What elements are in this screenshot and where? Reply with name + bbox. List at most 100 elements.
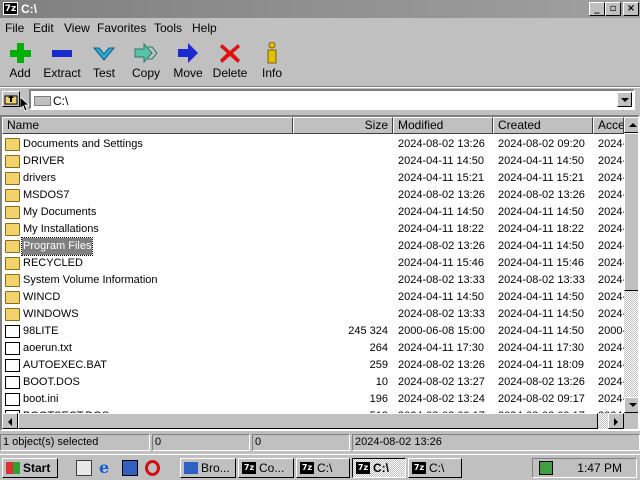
row-accessed: 2024- <box>598 206 624 218</box>
info-label: Info <box>261 66 282 80</box>
minimize-button[interactable]: _ <box>589 2 605 16</box>
show-desktop-icon[interactable] <box>76 460 92 476</box>
row-name: RECYCLED <box>23 257 83 269</box>
scroll-left-button[interactable] <box>2 413 18 429</box>
scroll-right-button[interactable] <box>608 413 624 429</box>
row-created: 2024-04-11 17:30 <box>498 342 585 354</box>
menu-tools[interactable]: Tools <box>154 21 182 35</box>
menu-help[interactable]: Help <box>192 21 217 35</box>
table-row[interactable]: WINDOWS 2024-08-02 13:33 2024-04-11 14:50 2… <box>2 306 624 323</box>
address-dropdown-button[interactable] <box>617 92 632 107</box>
row-accessed: 2024- <box>598 172 624 184</box>
table-row[interactable]: RECYCLED 2024-04-11 15:46 2024-04-11 15:46… <box>2 255 624 272</box>
vertical-scroll-thumb[interactable] <box>624 133 638 291</box>
row-accessed: 2024- <box>598 291 624 303</box>
table-row[interactable]: My Installations 2024-04-11 18:22 2024-04-… <box>2 221 624 238</box>
horizontal-scroll-thumb[interactable] <box>18 413 598 429</box>
file-list[interactable]: Name Size Modified Created Acces Documen… <box>0 115 640 431</box>
scroll-up-button[interactable] <box>624 117 638 133</box>
row-name: Documents and Settings <box>23 138 143 150</box>
row-accessed: 2024- <box>598 257 624 269</box>
row-created: 2024-04-11 14:50 <box>498 308 585 320</box>
copy-button[interactable]: Copy <box>124 42 168 84</box>
title-bar[interactable]: 7z C:\ _ ▫ × <box>0 0 640 18</box>
column-header-accessed[interactable]: Acces <box>593 117 624 134</box>
row-modified: 2024-08-02 13:27 <box>398 376 485 388</box>
app-icon[interactable]: 7z <box>3 2 18 15</box>
task-7zip-co[interactable]: 7z Co... <box>238 458 294 478</box>
menu-file[interactable]: File <box>5 21 24 35</box>
task-label: C:\ <box>429 461 445 475</box>
menu-view[interactable]: View <box>64 21 90 35</box>
column-header-modified[interactable]: Modified <box>393 117 493 134</box>
vertical-scrollbar[interactable] <box>624 117 638 413</box>
task-7zip-c2-active[interactable]: 7z C:\ <box>352 458 406 478</box>
row-modified: 2024-08-02 13:33 <box>398 308 485 320</box>
task-label: C:\ <box>317 461 333 475</box>
info-icon <box>267 42 277 64</box>
info-button[interactable]: Info <box>250 42 294 84</box>
table-row[interactable]: My Documents 2024-04-11 14:50 2024-04-11 1… <box>2 204 624 221</box>
table-row[interactable]: WINCD 2024-04-11 14:50 2024-04-11 14:50 202… <box>2 289 624 306</box>
clock[interactable]: 1:47 PM <box>577 461 622 475</box>
row-accessed: 2024- <box>598 359 624 371</box>
extract-button[interactable]: Extract <box>40 42 84 84</box>
row-created: 2024-04-11 18:09 <box>498 359 585 371</box>
table-row[interactable]: MSDOS7 2024-08-02 13:26 2024-08-02 13:26 20… <box>2 187 624 204</box>
close-button[interactable]: × <box>623 2 639 16</box>
table-row[interactable]: AUTOEXEC.BAT 259 2024-08-02 13:26 2024-04-1… <box>2 357 624 374</box>
row-created: 2024-04-11 14:50 <box>498 240 585 252</box>
internet-explorer-icon[interactable]: e <box>99 460 115 476</box>
add-button[interactable]: Add <box>0 42 42 84</box>
table-row[interactable]: 98LITE 245 324 2000-06-08 15:00 2024-04-11 … <box>2 323 624 340</box>
channels-icon[interactable] <box>122 460 138 476</box>
horizontal-scrollbar[interactable] <box>2 413 624 429</box>
scroll-down-button[interactable] <box>624 397 638 413</box>
windows-logo-icon <box>6 462 20 474</box>
table-row[interactable]: Documents and Settings 2024-08-02 13:26 20… <box>2 136 624 153</box>
opera-icon[interactable] <box>145 460 160 476</box>
address-input[interactable]: C:\ <box>53 94 68 108</box>
table-row[interactable]: drivers 2024-04-11 15:21 2024-04-11 15:21 2… <box>2 170 624 187</box>
row-modified: 2024-04-11 14:50 <box>398 291 485 303</box>
table-row[interactable]: boot.ini 196 2024-08-02 13:24 2024-08-02 09… <box>2 391 624 408</box>
row-name: Program Files <box>20 237 94 256</box>
plus-icon <box>10 43 31 63</box>
menu-bar: File Edit View Favorites Tools Help <box>0 19 640 37</box>
column-header-size[interactable]: Size <box>293 117 393 134</box>
column-header-name[interactable]: Name <box>2 117 293 134</box>
address-bar[interactable]: C:\ <box>29 89 635 110</box>
row-name: System Volume Information <box>23 274 158 286</box>
table-row[interactable]: aoerun.txt 264 2024-04-11 17:30 2024-04-11 … <box>2 340 624 357</box>
row-name: drivers <box>23 172 57 184</box>
start-button[interactable]: Start <box>2 458 58 478</box>
network-icon[interactable] <box>539 461 553 475</box>
toolbar-separator <box>0 86 640 88</box>
task-7zip-c1[interactable]: 7z C:\ <box>296 458 350 478</box>
row-size: 259 <box>369 359 388 371</box>
table-row[interactable]: DRIVER 2024-04-11 14:50 2024-04-11 14:50 20… <box>2 153 624 170</box>
row-name: boot.ini <box>23 393 59 405</box>
column-header-created[interactable]: Created <box>493 117 593 134</box>
row-modified: 2024-04-11 15:46 <box>398 257 485 269</box>
task-browser[interactable]: Bro... <box>180 458 236 478</box>
taskbar: Start e Bro... 7z Co... 7z C:\ 7z C:\ 7z C:\… <box>0 454 640 480</box>
row-accessed: 2024- <box>598 393 624 405</box>
row-name: BOOT.DOS <box>23 376 80 388</box>
folder-icon <box>5 274 20 287</box>
table-row[interactable]: System Volume Information 2024-08-02 13:3… <box>2 272 624 289</box>
up-folder-button[interactable] <box>2 91 20 107</box>
menu-favorites[interactable]: Favorites <box>97 21 146 35</box>
test-button[interactable]: Test <box>82 42 126 84</box>
table-row[interactable]: Program Files 2024-08-02 13:26 2024-04-11 … <box>2 237 624 256</box>
task-7zip-c3[interactable]: 7z C:\ <box>408 458 462 478</box>
move-button[interactable]: Move <box>166 42 210 84</box>
row-created: 2024-04-11 14:50 <box>498 155 585 167</box>
delete-button[interactable]: Delete <box>208 42 252 84</box>
menu-edit[interactable]: Edit <box>33 21 54 35</box>
table-row[interactable]: BOOT.DOS 10 2024-08-02 13:27 2024-08-02 13:… <box>2 374 624 391</box>
restore-button[interactable]: ▫ <box>605 2 621 16</box>
row-size: 264 <box>369 342 388 354</box>
row-created: 2024-04-11 14:50 <box>498 206 585 218</box>
folder-icon <box>5 172 20 185</box>
